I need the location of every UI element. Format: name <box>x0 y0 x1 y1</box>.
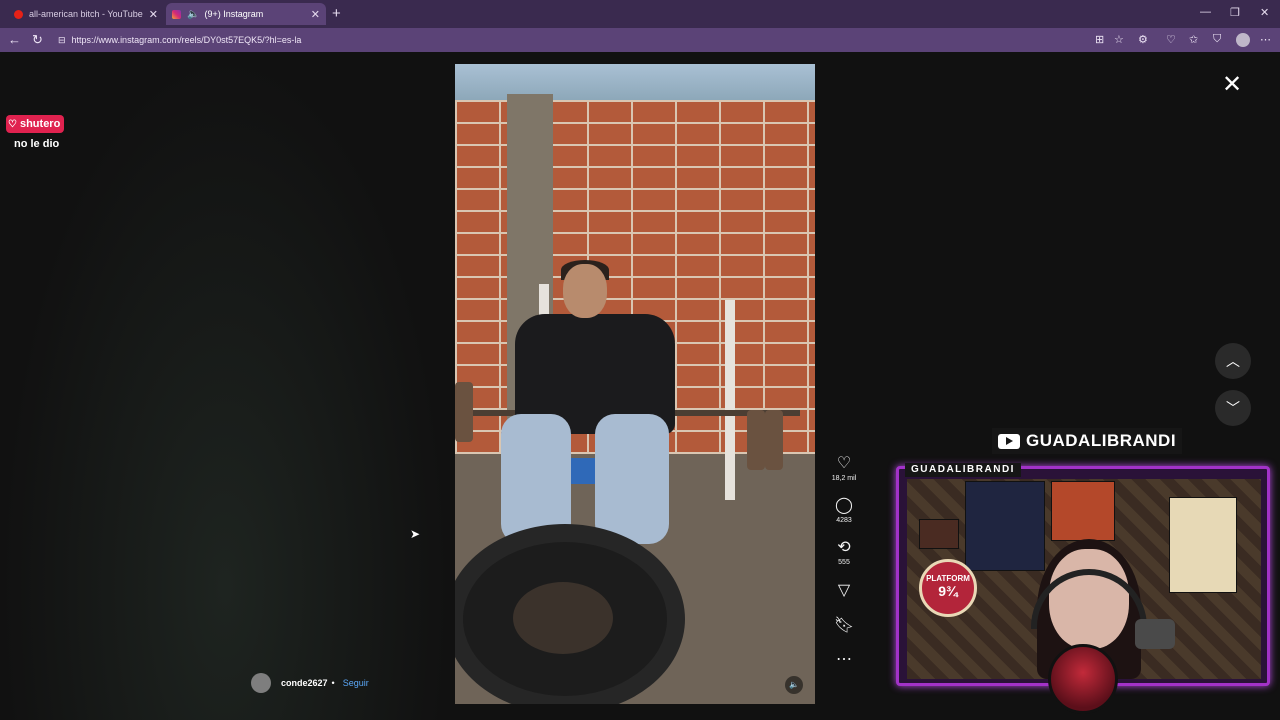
heart-badge-icon: ♡ <box>8 118 17 130</box>
chat-username: shutero <box>19 118 61 130</box>
address-bar[interactable]: ⊟ https://www.instagram.com/reels/DY0st5… <box>52 31 1082 49</box>
streamer-avatar-bubble <box>1048 644 1118 714</box>
reload-icon[interactable]: ↻ <box>32 32 43 48</box>
reel-video[interactable] <box>455 64 815 704</box>
minimize-icon[interactable]: — <box>1200 6 1211 18</box>
youtube-logo-icon <box>998 433 1020 449</box>
mute-icon[interactable]: 🔈 <box>785 676 803 694</box>
back-icon[interactable]: ← <box>8 32 21 47</box>
close-tab-icon[interactable]: ✕ <box>311 8 320 21</box>
video-person-leg <box>595 414 669 544</box>
channel-name: GUADALIBRANDI <box>1026 431 1177 450</box>
separator-dot: • <box>331 678 335 688</box>
video-weight-plate <box>765 410 783 470</box>
more-menu-icon[interactable]: ⋯ <box>1260 33 1271 46</box>
repost-count: 555 <box>838 559 850 566</box>
repost-icon: ⟲ <box>837 539 851 556</box>
webcam-poster <box>919 519 959 549</box>
video-person-head <box>563 264 607 318</box>
restore-icon[interactable]: ❐ <box>1230 6 1240 19</box>
bookmark-icon: 🔖︎ <box>833 617 855 634</box>
tab-title: all-american bitch - YouTube <box>29 9 143 19</box>
author-username[interactable]: conde2627 <box>281 678 328 688</box>
like-button[interactable]: ♡ 18,2 mil <box>826 455 862 482</box>
browser-toolbar: ← ↻ ⊟ https://www.instagram.com/reels/DY… <box>0 28 1280 52</box>
app-icon[interactable]: ⊞ <box>1095 33 1104 46</box>
platform-sign: PLATFORM 9¾ <box>919 559 977 617</box>
favorites-icon[interactable]: ✩ <box>1189 33 1198 46</box>
chat-username-badge: ♡ shutero <box>6 115 65 133</box>
video-bench-post <box>725 300 735 500</box>
comment-icon: ◯ <box>835 497 853 514</box>
platform-sign-text: PLATFORM <box>926 574 970 583</box>
speaker-icon[interactable]: 🔈 <box>187 9 199 20</box>
profile-avatar[interactable] <box>1236 33 1250 47</box>
follow-button[interactable]: Seguir <box>343 678 369 688</box>
heart-icon: ♡ <box>836 455 852 472</box>
close-reel-icon[interactable]: ✕ <box>1222 70 1242 99</box>
mouse-cursor-icon: ➤ <box>410 527 421 541</box>
webcam-poster <box>1051 481 1115 541</box>
webcam-label: GUADALIBRANDI <box>905 463 1021 477</box>
comment-button[interactable]: ◯ 4283 <box>826 497 862 524</box>
save-button[interactable]: 🔖︎ <box>826 617 862 635</box>
webcam-poster <box>1169 497 1237 593</box>
site-info-icon[interactable]: ⊟ <box>58 35 66 46</box>
shield-icon[interactable]: ⛉ <box>1213 33 1221 46</box>
video-weight-plate <box>455 382 473 442</box>
platform-sign-number: 9¾ <box>938 583 958 599</box>
share-button[interactable]: ▽ <box>826 582 862 600</box>
webcam-poster <box>965 481 1045 571</box>
comment-count: 4283 <box>836 517 852 524</box>
video-tire-hole <box>513 582 613 654</box>
next-reel-button[interactable]: ﹀ <box>1215 390 1251 426</box>
extensions-icon[interactable]: ⚙ <box>1138 33 1148 46</box>
url-text: https://www.instagram.com/reels/DY0st57E… <box>71 35 302 45</box>
more-horizontal-icon: ⋯ <box>836 651 852 668</box>
send-icon: ▽ <box>837 582 851 599</box>
window-close-icon[interactable]: ✕ <box>1260 6 1269 19</box>
tab-title: (9+) Instagram <box>204 9 264 19</box>
video-weight-plate <box>747 410 765 470</box>
browser-essentials-icon[interactable]: ♡ <box>1166 33 1176 46</box>
repost-button[interactable]: ⟲ 555 <box>826 539 862 566</box>
tab-instagram[interactable]: 🔈 (9+) Instagram ✕ <box>166 3 326 25</box>
instagram-favicon-icon <box>172 9 181 19</box>
previous-reel-button[interactable]: ︿ <box>1215 343 1251 379</box>
favorite-star-icon[interactable]: ☆ <box>1114 33 1124 46</box>
streamer-microphone <box>1135 619 1175 649</box>
stream-channel-tag: GUADALIBRANDI <box>992 428 1183 454</box>
reel-author: conde2627 • Seguir <box>251 673 369 693</box>
like-count: 18,2 mil <box>831 475 857 482</box>
browser-titlebar: all-american bitch - YouTube ✕ 🔈 (9+) In… <box>0 0 1280 28</box>
backdrop-glow <box>0 52 450 720</box>
more-options-button[interactable]: ⋯ <box>826 651 862 669</box>
new-tab-icon[interactable]: + <box>332 5 341 22</box>
chat-message: no le dio <box>14 138 60 150</box>
youtube-favicon-icon <box>14 9 23 19</box>
close-tab-icon[interactable]: ✕ <box>149 8 158 21</box>
author-avatar[interactable] <box>251 673 271 693</box>
tab-youtube[interactable]: all-american bitch - YouTube ✕ <box>6 3 164 25</box>
